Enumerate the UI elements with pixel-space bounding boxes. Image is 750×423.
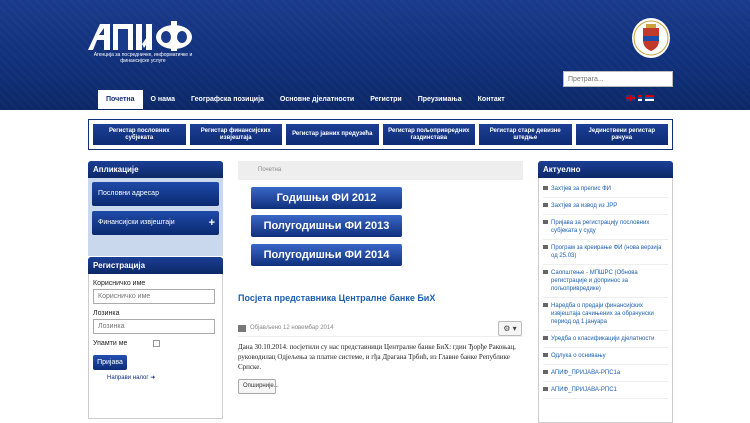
register-public[interactable]: Регистар јавних предузећа bbox=[286, 124, 379, 145]
register-financial[interactable]: Регистар финансијских извјештаја bbox=[189, 124, 282, 145]
news-label: Одлука о оснивању bbox=[551, 353, 606, 359]
remember-row: Упамти ме bbox=[93, 338, 215, 349]
arrow-right-icon: ➜ bbox=[150, 375, 156, 381]
remember-label: Упамти ме bbox=[93, 340, 128, 347]
news-label: Пријава за регистрацију пословних субјек… bbox=[551, 220, 650, 234]
latin-flag-icon[interactable] bbox=[645, 95, 654, 101]
registers-bar: Регистар пословних субјеката Регистар фи… bbox=[88, 119, 673, 150]
news-icon bbox=[543, 220, 548, 224]
news-item[interactable]: Захтјев за извод из ЈРР bbox=[543, 198, 668, 215]
news-item[interactable]: Уредба о класификацији дјелатности bbox=[543, 331, 668, 348]
applications-box: Апликације Пословни адресар Финансијски … bbox=[88, 161, 223, 256]
password-input[interactable] bbox=[93, 319, 215, 334]
username-label: Корисничко име bbox=[93, 280, 146, 287]
news-icon bbox=[543, 270, 548, 274]
fi-2012-button[interactable]: Годишњи ФИ 2012 bbox=[251, 187, 402, 209]
fi-2014-button[interactable]: Полугодишњи ФИ 2014 bbox=[251, 244, 402, 266]
uk-flag-icon[interactable] bbox=[626, 95, 635, 101]
post-body: Дана 30.10.2014. посјетили су нас предст… bbox=[238, 343, 516, 371]
password-label: Лозинка bbox=[93, 310, 120, 317]
news-label: Захтјев за извод из ЈРР bbox=[551, 203, 618, 209]
news-item[interactable]: АПИФ_ПРИЈАВА-РПС1 bbox=[543, 382, 668, 399]
applications-title: Апликације bbox=[88, 161, 223, 178]
new-account-link[interactable]: Направи налог ➜ bbox=[107, 374, 218, 381]
news-item[interactable]: АПИФ_ПРИЈАВА-РПС1а bbox=[543, 365, 668, 382]
news-box: Актуелно Захтјев за препис ФИ Захтјев за… bbox=[538, 161, 673, 423]
register-agricultural[interactable]: Регистар пољопривредних газдинстава bbox=[382, 124, 475, 145]
nav-about[interactable]: О нама bbox=[143, 90, 184, 109]
news-icon bbox=[543, 303, 548, 307]
news-item[interactable]: Пријава за регистрацију пословних субјек… bbox=[543, 215, 668, 240]
register-accounts[interactable]: Јединствени регистар рачуна bbox=[575, 124, 668, 145]
news-icon bbox=[543, 370, 548, 374]
news-label: Уредба о класификацији дјелатности bbox=[551, 336, 655, 342]
news-label: АПИФ_ПРИЈАВА-РПС1 bbox=[551, 387, 617, 393]
main-nav: Почетна О нама Географска позиција Основ… bbox=[98, 90, 513, 109]
registration-title: Регистрација bbox=[88, 257, 223, 274]
news-icon bbox=[543, 203, 548, 207]
news-icon bbox=[543, 245, 548, 249]
fi-2013-button[interactable]: Полугодишњи ФИ 2013 bbox=[251, 215, 402, 237]
search-input[interactable] bbox=[563, 71, 673, 87]
register-business[interactable]: Регистар пословних субјеката bbox=[93, 124, 186, 145]
nav-registers[interactable]: Регистри bbox=[362, 90, 410, 109]
news-item[interactable]: Програм за креирање ФИ (нова верзија од … bbox=[543, 240, 668, 265]
news-label: Захтјев за препис ФИ bbox=[551, 186, 611, 192]
registration-box: Регистрација Корисничко име Лозинка Упам… bbox=[88, 257, 223, 419]
gear-icon[interactable]: ⚙ ▾ bbox=[498, 321, 522, 336]
coat-of-arms-icon bbox=[632, 18, 670, 58]
register-savings[interactable]: Регистар старе девизне штедње bbox=[479, 124, 572, 145]
cyrillic-flag-icon[interactable] bbox=[638, 95, 642, 101]
site-header: Агенција за посредничке, информатичке и … bbox=[0, 0, 750, 110]
new-account-label: Направи налог bbox=[107, 375, 149, 381]
read-more-button[interactable]: Опширније... bbox=[238, 379, 279, 394]
post-title[interactable]: Посјета представника Централне банке БиХ bbox=[238, 293, 435, 303]
logo-tagline: Агенција за посредничке, информатичке и … bbox=[93, 52, 193, 64]
post-meta: Објављено 12 новембар 2014 bbox=[238, 320, 523, 337]
calendar-icon bbox=[238, 324, 246, 332]
language-flags bbox=[626, 95, 654, 101]
post-date: Објављено 12 новембар 2014 bbox=[250, 325, 334, 331]
remember-checkbox[interactable] bbox=[153, 340, 160, 347]
news-item[interactable]: Захтјев за препис ФИ bbox=[543, 181, 668, 198]
app-label: Финансијски извјештаји bbox=[98, 219, 175, 226]
news-label: Програм за креирање ФИ (нова верзија од … bbox=[551, 245, 662, 259]
nav-geo[interactable]: Географска позиција bbox=[183, 90, 272, 109]
news-item[interactable]: Одлука о оснивању bbox=[543, 348, 668, 365]
plus-icon[interactable]: + bbox=[209, 211, 215, 235]
login-button[interactable]: Пријава bbox=[93, 355, 127, 370]
nav-activities[interactable]: Основне дјелатности bbox=[272, 90, 362, 109]
news-label: Наредба о предаји финансијских извјештај… bbox=[551, 303, 654, 325]
breadcrumb[interactable]: Почетна bbox=[238, 161, 523, 180]
news-icon bbox=[543, 387, 548, 391]
nav-contact[interactable]: Контакт bbox=[470, 90, 513, 109]
news-icon bbox=[543, 336, 548, 340]
nav-home[interactable]: Почетна bbox=[98, 90, 143, 109]
app-label: Пословни адресар bbox=[98, 190, 159, 197]
news-item[interactable]: Наредба о предаји финансијских извјештај… bbox=[543, 298, 668, 331]
nav-downloads[interactable]: Преузимања bbox=[410, 90, 470, 109]
app-business-directory[interactable]: Пословни адресар bbox=[92, 182, 219, 206]
news-label: Саопштење - МПШРС (Обнова регистрације и… bbox=[551, 270, 638, 292]
news-label: АПИФ_ПРИЈАВА-РПС1а bbox=[551, 370, 621, 376]
news-title: Актуелно bbox=[538, 161, 673, 178]
username-input[interactable] bbox=[93, 289, 215, 304]
news-item[interactable]: Саопштење - МПШРС (Обнова регистрације и… bbox=[543, 265, 668, 298]
news-icon bbox=[543, 353, 548, 357]
news-icon bbox=[543, 186, 548, 190]
app-financial-reports[interactable]: Финансијски извјештаји + bbox=[92, 211, 219, 235]
